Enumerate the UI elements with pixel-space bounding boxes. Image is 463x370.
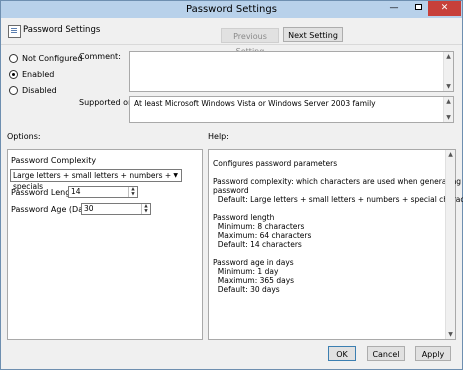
close-button[interactable]: ✕ <box>428 1 461 16</box>
supported-on-field: At least Microsoft Windows Vista or Wind… <box>129 96 454 123</box>
policy-settings-icon <box>8 25 21 38</box>
scroll-down-icon[interactable]: ▼ <box>446 330 455 339</box>
help-line: Minimum: 8 characters <box>213 222 305 231</box>
supported-on-value: At least Microsoft Windows Vista or Wind… <box>134 99 376 108</box>
title-bar[interactable]: Password Settings — ✕ <box>1 1 462 18</box>
chevron-down-icon[interactable]: ▼ <box>173 170 178 181</box>
supported-on-label: Supported on: <box>79 98 136 107</box>
header-divider <box>1 44 462 45</box>
help-line <box>213 204 451 213</box>
supported-scrollbar[interactable]: ▲ ▼ <box>443 97 453 122</box>
help-panel: Configures password parameters Password … <box>208 149 463 340</box>
help-text: Configures password parameters Password … <box>213 159 463 294</box>
scroll-up-icon[interactable]: ▲ <box>446 150 455 159</box>
help-label: Help: <box>208 132 229 141</box>
ok-button[interactable]: OK <box>328 346 356 361</box>
age-value: 30 <box>84 204 94 213</box>
setting-name: Password Settings <box>23 25 101 35</box>
comment-scrollbar[interactable]: ▲ ▼ <box>443 52 453 91</box>
scroll-down-icon[interactable]: ▼ <box>444 82 453 91</box>
help-line <box>213 168 451 177</box>
radio-enabled[interactable]: Enabled <box>9 70 54 79</box>
spin-arrows-icon[interactable]: ▲ ▼ <box>141 204 150 214</box>
help-line: Configures password parameters <box>213 159 338 168</box>
help-line: Password complexity: which characters ar… <box>213 177 463 186</box>
length-stepper[interactable]: 14 ▲ ▼ <box>68 186 138 198</box>
minimize-button[interactable]: — <box>385 1 403 16</box>
options-panel: Password Complexity Large letters + smal… <box>7 149 203 340</box>
help-line: Maximum: 365 days <box>213 276 295 285</box>
previous-setting-button[interactable]: Previous Setting <box>221 28 279 56</box>
help-line: Default: 14 characters <box>213 240 302 249</box>
age-stepper[interactable]: 30 ▲ ▼ <box>81 203 151 215</box>
help-line: Maximum: 64 characters <box>213 231 312 240</box>
comment-label: Comment: <box>79 52 121 61</box>
radio-button[interactable] <box>9 86 18 95</box>
radio-not-configured[interactable]: Not Configured <box>9 54 82 63</box>
help-line: Password length <box>213 213 275 222</box>
radio-button[interactable] <box>9 70 18 79</box>
maximize-icon <box>415 4 422 10</box>
password-settings-window: Password Settings — ✕ Password Settings … <box>0 0 463 370</box>
next-setting-button[interactable]: Next Setting <box>283 27 343 42</box>
help-line: Default: Large letters + small letters +… <box>213 195 463 204</box>
radio-label: Enabled <box>22 70 55 79</box>
scroll-down-icon[interactable]: ▼ <box>444 113 453 122</box>
cancel-button[interactable]: Cancel <box>367 346 405 361</box>
comment-field[interactable]: ▲ ▼ <box>129 51 454 92</box>
apply-button[interactable]: Apply <box>415 346 451 361</box>
spin-arrows-icon[interactable]: ▲ ▼ <box>128 187 137 197</box>
complexity-label: Password Complexity <box>11 156 97 165</box>
options-label: Options: <box>7 132 41 141</box>
radio-label: Disabled <box>22 86 57 95</box>
scroll-up-icon[interactable]: ▲ <box>444 52 453 61</box>
radio-disabled[interactable]: Disabled <box>9 86 57 95</box>
radio-label: Not Configured <box>22 54 83 63</box>
scroll-up-icon[interactable]: ▲ <box>444 97 453 106</box>
help-line: password <box>213 186 249 195</box>
help-scrollbar[interactable]: ▲ ▼ <box>445 150 455 339</box>
help-line: Default: 30 days <box>213 285 280 294</box>
maximize-button[interactable] <box>406 1 424 16</box>
help-line: Minimum: 1 day <box>213 267 279 276</box>
complexity-dropdown[interactable]: Large letters + small letters + numbers … <box>10 169 182 191</box>
radio-button[interactable] <box>9 54 18 63</box>
help-line <box>213 249 451 258</box>
length-value: 14 <box>71 187 81 196</box>
help-line: Password age in days <box>213 258 294 267</box>
